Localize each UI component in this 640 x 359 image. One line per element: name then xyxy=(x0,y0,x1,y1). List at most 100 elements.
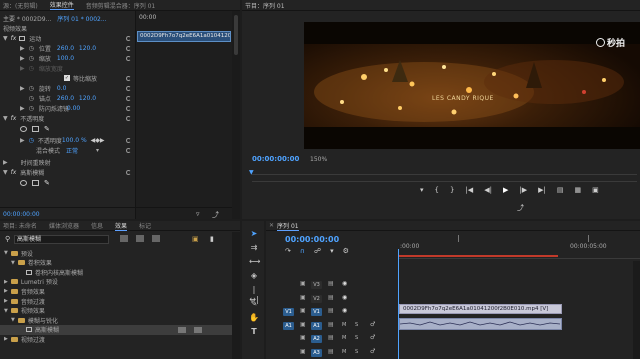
scale-value[interactable]: 100.0 xyxy=(57,55,74,62)
position-x-value[interactable]: 260.0 xyxy=(57,45,79,52)
mark-in-icon[interactable]: { xyxy=(435,186,439,194)
expand-icon[interactable]: ▶ xyxy=(4,298,8,304)
rotation-value[interactable]: 0.0 xyxy=(57,85,67,92)
track-target-a1[interactable]: A1 xyxy=(311,321,322,330)
reset-icon[interactable] xyxy=(126,147,131,153)
razor-tool-icon[interactable]: ◈ xyxy=(249,271,259,281)
stopwatch-icon[interactable]: ◷ xyxy=(29,45,34,52)
reset-icon[interactable] xyxy=(126,85,131,91)
effects-scrollbar[interactable] xyxy=(232,232,240,359)
step-back-icon[interactable]: ◀| xyxy=(484,186,492,194)
expand-icon[interactable]: ▶ xyxy=(20,45,25,52)
type-tool-icon[interactable]: T xyxy=(249,327,259,337)
sync-lock-icon[interactable]: ▤ xyxy=(328,294,334,301)
reset-icon[interactable] xyxy=(126,115,131,121)
source-patch-v1[interactable]: V1 xyxy=(283,308,294,316)
expand-icon[interactable]: ▼ xyxy=(3,35,8,42)
snap-icon[interactable]: ∩ xyxy=(300,247,305,255)
hand-tool-icon[interactable]: ✋ xyxy=(249,313,259,323)
tab-markers[interactable]: 标记 xyxy=(139,221,151,230)
expand-icon[interactable]: ▶ xyxy=(20,105,25,112)
eye-icon[interactable]: ◉ xyxy=(342,280,347,287)
effects-tree-item[interactable]: ▶ 音频过渡 xyxy=(0,296,232,306)
export-icon[interactable]: ⤴ xyxy=(212,210,219,219)
opacity-row[interactable]: ▼ fx 不透明度 xyxy=(0,113,135,123)
tab-info[interactable]: 信息 xyxy=(91,221,103,230)
marker-icon[interactable]: ▾ xyxy=(420,186,424,194)
effects-tree-item[interactable]: ▶ 视频过渡 xyxy=(0,334,232,344)
expand-icon[interactable]: ▼ xyxy=(4,250,8,256)
expand-icon[interactable]: ▼ xyxy=(4,308,8,314)
solo-button[interactable]: S xyxy=(355,322,358,328)
effects-tree-item[interactable]: ▼ 卷积效果 xyxy=(0,258,232,268)
expand-icon[interactable]: ▶ xyxy=(20,55,25,62)
ellipse-mask-icon[interactable] xyxy=(20,126,27,132)
expand-icon[interactable]: ▼ xyxy=(11,317,15,323)
camera-icon[interactable]: ▣ xyxy=(592,186,599,194)
accelerated-effects-icon[interactable] xyxy=(120,235,128,242)
timeline-timecode[interactable]: 00:00:00:00 xyxy=(285,235,339,244)
microphone-icon[interactable]: ♂ xyxy=(370,348,375,355)
sync-lock-icon[interactable]: ▤ xyxy=(328,280,334,287)
new-bin-icon[interactable]: ▣ xyxy=(192,235,199,243)
solo-button[interactable]: S xyxy=(355,335,358,341)
lock-icon[interactable]: ▣ xyxy=(300,307,306,314)
stopwatch-icon[interactable]: ◷ xyxy=(29,55,34,62)
motion-row[interactable]: ▼ fx 运动 xyxy=(0,33,135,43)
blend-mode-dropdown[interactable]: 正常 xyxy=(66,146,96,155)
lock-icon[interactable]: ▣ xyxy=(300,321,306,328)
sequence-clip-label[interactable]: 序列 01 * 0002... xyxy=(57,14,106,23)
stopwatch-icon[interactable]: ◷ xyxy=(29,85,34,92)
mute-button[interactable]: M xyxy=(342,322,346,328)
sync-lock-icon[interactable]: ▤ xyxy=(328,307,334,314)
reset-icon[interactable] xyxy=(126,95,131,101)
expand-icon[interactable]: ▶ xyxy=(3,159,8,166)
effects-tree-item[interactable]: ▶ Lumetri 预设 xyxy=(0,277,232,287)
clip-header-bar[interactable]: 0002D9Fh7o7q2eE6A1a01041200 xyxy=(137,31,231,42)
tab-effects[interactable]: 效果 xyxy=(114,221,127,231)
playhead-icon[interactable]: ▼ xyxy=(249,169,254,176)
uniform-scale-checkbox[interactable]: ✓ xyxy=(64,75,70,81)
gaussian-blur-row[interactable]: ▼ fx 高斯模糊 xyxy=(0,167,135,177)
opacity-value[interactable]: 100.0 % xyxy=(62,137,87,144)
play-icon[interactable]: ▶ xyxy=(503,186,508,194)
lift-icon[interactable]: ▤ xyxy=(557,186,564,194)
fx-icon[interactable]: fx xyxy=(11,35,17,42)
expand-icon[interactable]: ▶ xyxy=(4,288,8,294)
expand-icon[interactable]: ▶ xyxy=(4,279,8,285)
effects-tree-item[interactable]: 卷积内核高斯模糊 xyxy=(0,267,232,277)
sync-lock-icon[interactable]: ▤ xyxy=(328,334,334,341)
stopwatch-icon[interactable]: ◷ xyxy=(29,105,34,112)
zoom-dropdown[interactable]: 150% xyxy=(310,156,327,163)
wrench-icon[interactable]: ⚙ xyxy=(343,247,349,255)
tab-effect-controls[interactable]: 效果控件 xyxy=(49,0,74,10)
pen-tool-icon[interactable]: ✎ xyxy=(249,299,259,309)
mark-out-icon[interactable]: } xyxy=(450,186,454,194)
antiflicker-value[interactable]: 0.00 xyxy=(67,105,80,112)
source-patch-a1[interactable]: A1 xyxy=(283,321,294,330)
export-frame-icon[interactable]: ⤴ xyxy=(517,203,524,213)
close-icon[interactable]: ✕ xyxy=(269,222,274,229)
expand-icon[interactable]: ▶ xyxy=(4,336,8,342)
timeline-ruler[interactable]: :00:00 00:00:05:00 xyxy=(398,235,640,259)
add-marker-icon[interactable]: ▾ xyxy=(330,247,334,255)
expand-icon[interactable]: ▶ xyxy=(20,137,25,144)
a1-clip[interactable] xyxy=(399,318,562,330)
lock-icon[interactable]: ▣ xyxy=(300,280,306,287)
tab-program[interactable]: 节目：序列 01 xyxy=(245,1,285,10)
keyframe-nav-icon[interactable]: ◀◆▶ xyxy=(91,137,105,144)
effects-tree-item[interactable]: ▼ 视频效果 xyxy=(0,306,232,316)
time-remap-row[interactable]: ▶ 时间重映射 xyxy=(0,157,135,167)
work-area-bar[interactable] xyxy=(398,255,558,257)
track-select-tool-icon[interactable]: ⇉ xyxy=(249,243,259,253)
mute-button[interactable]: M xyxy=(342,349,346,355)
pen-mask-icon[interactable]: ✎ xyxy=(44,179,50,187)
extract-icon[interactable]: ▦ xyxy=(574,186,581,194)
program-scrub-bar[interactable]: ▼ xyxy=(249,169,637,182)
expand-icon[interactable]: ▼ xyxy=(3,169,8,176)
lock-icon[interactable]: ▣ xyxy=(300,294,306,301)
timeline-scrollbar[interactable] xyxy=(633,261,640,359)
step-forward-icon[interactable]: |▶ xyxy=(519,186,527,194)
go-to-in-icon[interactable]: |◀ xyxy=(465,186,473,194)
motion-transform-icon[interactable] xyxy=(19,35,26,41)
